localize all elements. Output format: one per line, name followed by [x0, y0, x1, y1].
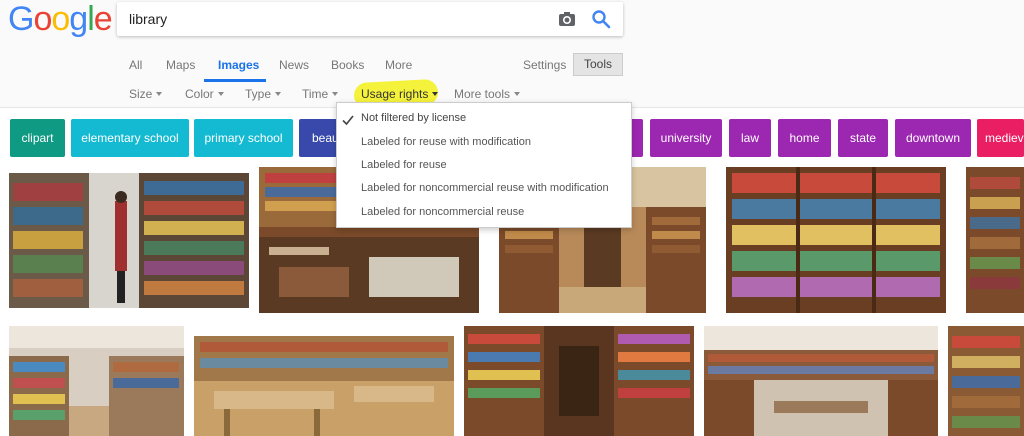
tab-maps[interactable]: Maps [166, 58, 195, 72]
image-result[interactable] [194, 336, 454, 436]
menu-item-noncommercial[interactable]: Labeled for noncommercial reuse [337, 201, 633, 223]
logo-letter: g [69, 0, 88, 38]
header: Google library All Maps Images News Book… [0, 0, 1024, 110]
image-result[interactable] [9, 173, 249, 308]
filter-label: Usage rights [361, 87, 429, 101]
filter-type[interactable]: Type [245, 87, 282, 101]
filter-usage-rights[interactable]: Usage rights [361, 87, 439, 101]
caret-down-icon [332, 92, 339, 96]
settings-link[interactable]: Settings [523, 58, 566, 72]
chip-law[interactable]: law [729, 119, 771, 157]
tab-news[interactable]: News [279, 58, 309, 72]
search-tabs: All Maps Images News Books More [0, 52, 1024, 82]
image-result[interactable] [464, 326, 694, 436]
chip-downtown[interactable]: downtown [895, 119, 971, 157]
magnifier-icon[interactable] [591, 9, 611, 29]
chip-primary-school[interactable]: primary school [194, 119, 293, 157]
filter-time[interactable]: Time [302, 87, 339, 101]
caret-down-icon [217, 92, 224, 96]
logo-letter: o [33, 0, 52, 38]
chip-state[interactable]: state [838, 119, 888, 157]
logo-letter: G [8, 0, 34, 38]
caret-down-icon [514, 92, 521, 96]
menu-item-noncommercial-modification[interactable]: Labeled for noncommercial reuse with mod… [337, 177, 633, 199]
image-result[interactable] [966, 167, 1024, 313]
chip-medieval[interactable]: mediev [977, 119, 1024, 157]
tab-books[interactable]: Books [331, 58, 364, 72]
chip-home[interactable]: home [778, 119, 831, 157]
menu-item-reuse[interactable]: Labeled for reuse [337, 154, 633, 176]
filter-size[interactable]: Size [129, 87, 163, 101]
usage-rights-menu: Not filtered by license Labeled for reus… [336, 102, 632, 228]
chip-elementary-school[interactable]: elementary school [71, 119, 189, 157]
menu-item-reuse-modification[interactable]: Labeled for reuse with modification [337, 131, 633, 153]
filter-label: Size [129, 87, 153, 101]
filter-label: Type [245, 87, 272, 101]
caret-down-icon [156, 92, 163, 96]
menu-item-not-filtered[interactable]: Not filtered by license [337, 107, 633, 129]
filter-label: Color [185, 87, 214, 101]
search-box[interactable]: library [117, 2, 623, 36]
tab-images[interactable]: Images [218, 58, 259, 72]
chip-university[interactable]: university [650, 119, 722, 157]
caret-down-icon [432, 92, 439, 96]
tab-all[interactable]: All [129, 58, 142, 72]
image-result[interactable] [948, 326, 1024, 436]
tab-more[interactable]: More [385, 58, 412, 72]
google-logo[interactable]: Google [8, 0, 113, 38]
image-result[interactable] [704, 326, 938, 436]
filter-color[interactable]: Color [185, 87, 224, 101]
filter-label: More tools [454, 87, 511, 101]
menu-item-label: Not filtered by license [361, 112, 467, 124]
chip-clipart[interactable]: clipart [10, 119, 65, 157]
caret-down-icon [275, 92, 282, 96]
tools-button[interactable]: Tools [573, 53, 623, 76]
search-input[interactable]: library [129, 11, 167, 27]
filter-more-tools[interactable]: More tools [454, 87, 521, 101]
logo-letter: o [51, 0, 70, 38]
active-tab-indicator [204, 79, 266, 82]
logo-letter: e [93, 0, 113, 38]
check-icon [342, 112, 354, 126]
image-result[interactable] [726, 167, 946, 313]
camera-icon[interactable] [558, 10, 576, 28]
image-result[interactable] [9, 326, 184, 436]
filter-label: Time [302, 87, 329, 101]
